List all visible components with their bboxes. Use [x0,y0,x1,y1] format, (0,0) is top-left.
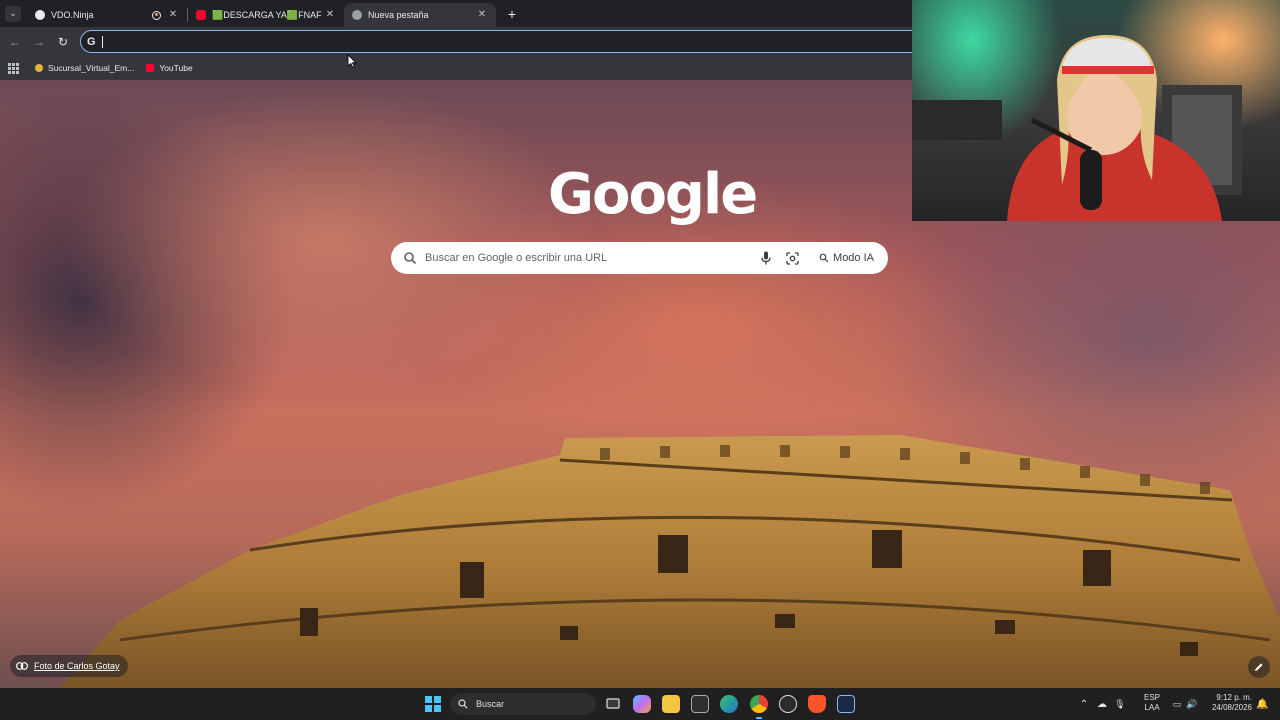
microsoft-store-icon[interactable] [691,695,709,713]
bookmark-youtube[interactable]: YouTube [146,63,193,73]
youtube-favicon-icon [146,64,155,72]
volume-icon: 🔊 [1186,698,1198,709]
network-icon: ▭ [1172,698,1182,709]
file-explorer-icon[interactable] [662,695,680,713]
tab-title: Nueva pestaña [368,10,429,20]
tab-title: 🟩DESCARGA YA🟩FNAF (1-4) [212,9,324,20]
chrome-icon[interactable] [750,695,768,719]
tab-title: VDO.Ninja [51,10,94,20]
photo-credit-link[interactable]: Foto de Carlos Gotay [10,655,128,677]
chevron-up-icon[interactable]: ⌃ [1076,699,1092,710]
apps-grid-icon[interactable] [8,62,19,74]
close-tab-icon[interactable]: ✕ [476,9,488,21]
streamer-webcam-image [912,35,1242,221]
recording-indicator-icon [152,10,161,20]
link-icon [16,662,28,670]
customize-chrome-button[interactable] [1248,656,1270,678]
language-indicator[interactable]: ESP LAA [1140,693,1164,713]
webcam-overlay [912,0,1280,221]
ai-mode-button[interactable]: Modo IA [811,246,882,270]
bookmark-label: YouTube [159,63,193,73]
pencil-icon [1255,663,1263,671]
ai-mode-label: Modo IA [833,252,874,264]
chrome-favicon-icon [352,10,362,20]
google-lens-icon[interactable] [781,247,803,269]
lang-secondary: LAA [1144,703,1160,712]
tab-vdo-ninja[interactable]: VDO.Ninja ✕ [27,3,187,27]
network-sound-tray[interactable]: ▭ 🔊 [1170,688,1200,720]
search-icon [403,251,417,265]
taskbar-search-label: Buscar [476,699,505,709]
search-input[interactable] [425,252,752,264]
google-search-box[interactable]: Modo IA [391,242,888,274]
back-button[interactable]: ← [3,30,27,54]
windows-taskbar: Buscar ⌃ ☁ 🎙 ESP LAA ▭ 🔊 9:12 p. m. 24/0… [0,688,1280,720]
terminal-app-icon[interactable] [837,695,855,713]
bookmark-label: Sucursal_Virtual_Em... [48,63,135,73]
forward-button[interactable]: → [27,30,51,54]
microphone-icon[interactable]: 🎙 [1112,699,1128,710]
photo-credit-label: Foto de Carlos Gotay [34,661,120,671]
system-tray: ⌃ ☁ 🎙 [1076,688,1128,720]
google-logo: Google [548,162,758,227]
taskbar-search[interactable]: Buscar [450,693,596,715]
reload-icon: ↻ [57,34,69,49]
copilot-icon[interactable] [633,695,651,713]
tab-nueva-pestana[interactable]: Nueva pestaña ✕ [344,3,496,27]
sparkle-search-icon [819,253,829,263]
tab-descarga-fnaf[interactable]: 🟩DESCARGA YA🟩FNAF (1-4) ✕ [188,3,344,27]
mouse-cursor-icon [347,54,357,68]
task-view-icon[interactable] [604,695,622,713]
edge-icon[interactable] [720,695,738,713]
notification-button[interactable]: 🔔 [1256,688,1268,720]
arrow-right-icon: → [33,34,45,49]
chevron-down-icon: ⌄ [9,8,17,18]
search-icon [458,699,468,709]
reload-button[interactable]: ↻ [51,30,75,54]
plus-icon: + [507,5,517,22]
bookmark-sucursal-virtual[interactable]: Sucursal_Virtual_Em... [35,63,134,73]
notification-bell-icon: 🔔 [1256,698,1269,710]
clock-date: 24/08/2026 [1211,703,1252,712]
windows-start-icon[interactable] [425,696,441,712]
obs-icon[interactable] [779,695,797,713]
close-tab-icon[interactable]: ✕ [167,9,179,21]
close-tab-icon[interactable]: ✕ [324,9,336,21]
arrow-left-icon: ← [9,34,21,49]
clock-time: 9:12 p. m. [1216,693,1252,702]
brave-icon[interactable] [808,695,826,713]
onedrive-icon[interactable]: ☁ [1092,699,1112,710]
tab-search-button[interactable]: ⌄ [5,5,21,22]
google-g-icon: G [87,35,96,48]
vdo-ninja-favicon-icon [35,10,45,20]
lang-primary: ESP [1143,693,1160,702]
new-tab-button[interactable]: + [502,6,522,22]
youtube-favicon-icon [196,10,206,20]
bank-favicon-icon [35,64,43,72]
microphone-icon[interactable] [755,247,777,269]
clock[interactable]: 9:12 p. m. 24/08/2026 [1204,693,1252,713]
